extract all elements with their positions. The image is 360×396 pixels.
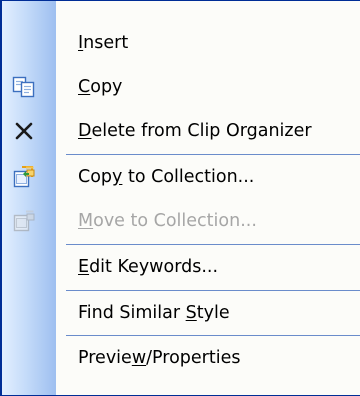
move-to-collection-icon — [10, 207, 38, 235]
menu-item-delete-from-clip-organizer[interactable]: Delete from Clip Organizer — [2, 109, 360, 153]
copy-icon — [10, 73, 38, 101]
context-menu: Insert Copy Delete from Clip Organizer C… — [0, 0, 360, 396]
menu-item-label: Move to Collection... — [78, 211, 257, 231]
menu-item-label: Copy to Collection... — [78, 167, 255, 187]
menu-item-copy[interactable]: Copy — [2, 65, 360, 109]
menu-item-label: Preview/Properties — [78, 348, 241, 368]
menu-item-label: Copy — [78, 77, 123, 97]
menu-item-label: Find Similar Style — [78, 303, 230, 323]
menu-item-label: Delete from Clip Organizer — [78, 121, 312, 141]
menu-item-insert[interactable]: Insert — [2, 21, 360, 65]
menu-item-label: Edit Keywords... — [78, 257, 219, 277]
copy-to-collection-icon — [10, 163, 38, 191]
menu-item-move-to-collection[interactable]: Move to Collection... — [2, 199, 360, 243]
menu-item-label: Insert — [78, 33, 129, 53]
menu-item-preview-properties[interactable]: Preview/Properties — [2, 336, 360, 380]
menu-item-find-similar-style[interactable]: Find Similar Style — [2, 291, 360, 335]
menu-item-copy-to-collection[interactable]: Copy to Collection... — [2, 155, 360, 199]
menu-item-edit-keywords[interactable]: Edit Keywords... — [2, 245, 360, 289]
delete-x-icon — [10, 117, 38, 145]
